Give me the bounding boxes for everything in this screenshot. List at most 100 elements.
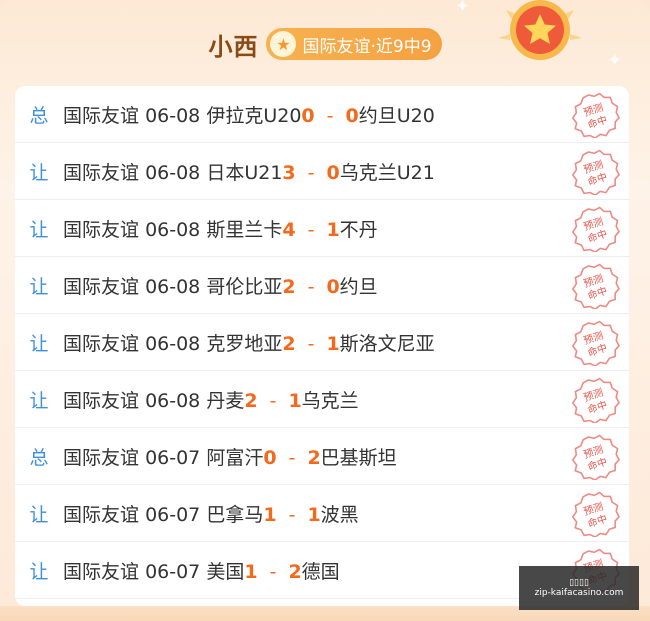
score-separator: - xyxy=(326,104,334,127)
away-score: 2 xyxy=(307,446,321,469)
match-list: 总国际友谊 06-08 伊拉克U200-0约旦U20 预测 命中让国际友谊 06-0… xyxy=(15,86,629,606)
match-info: 国际友谊 06-08 哥伦比亚2-0约旦 xyxy=(63,272,378,299)
bet-type-label: 让 xyxy=(29,161,49,184)
league-name: 国际友谊 xyxy=(63,332,140,355)
league-name: 国际友谊 xyxy=(63,104,140,127)
match-date: 06-08 xyxy=(145,332,201,355)
match-row[interactable]: 总国际友谊 06-08 伊拉克U200-0约旦U20 预测 命中 xyxy=(15,86,629,143)
league-name: 国际友谊 xyxy=(63,560,140,583)
match-row[interactable]: 让国际友谊 06-07 巴拿马1-1波黑 预测 命中 xyxy=(15,485,629,542)
watermark: ▯▯▯▯ zip-kaifacasino.com xyxy=(519,566,639,610)
match-date: 06-07 xyxy=(145,446,201,469)
league-name: 国际友谊 xyxy=(63,389,140,412)
match-info: 国际友谊 06-07 美国1-2德国 xyxy=(63,557,340,584)
author-name[interactable]: 小西 xyxy=(208,27,258,62)
league-name: 国际友谊 xyxy=(63,161,140,184)
match-date: 06-08 xyxy=(145,161,201,184)
score-separator: - xyxy=(307,218,315,241)
away-team: 约旦U20 xyxy=(358,104,435,127)
match-info: 国际友谊 06-08 克罗地亚2-1斯洛文尼亚 xyxy=(63,329,435,356)
score-separator: - xyxy=(307,161,315,184)
league-name: 国际友谊 xyxy=(63,275,140,298)
score-separator: - xyxy=(307,332,315,355)
home-score: 1 xyxy=(263,503,277,526)
league-name: 国际友谊 xyxy=(63,218,140,241)
league-name: 国际友谊 xyxy=(63,503,140,526)
prediction-hit-stamp: 预测命中 xyxy=(571,206,620,252)
home-team: 丹麦 xyxy=(206,389,245,412)
record-tag: ★ 国际友谊·近9中9 xyxy=(266,28,442,60)
home-team: 阿富汗 xyxy=(206,446,264,469)
star-medal-icon xyxy=(498,0,582,60)
home-score: 2 xyxy=(282,275,296,298)
match-info: 国际友谊 06-08 日本U213-0乌克兰U21 xyxy=(63,158,435,185)
match-row[interactable]: 让国际友谊 06-08 日本U213-0乌克兰U21 预测 命中 xyxy=(15,143,629,200)
match-info: 国际友谊 06-07 阿富汗0-2巴基斯坦 xyxy=(63,443,397,470)
away-team: 德国 xyxy=(301,560,340,583)
match-date: 06-07 xyxy=(145,503,201,526)
score-separator: - xyxy=(288,446,296,469)
away-score: 0 xyxy=(345,104,359,127)
away-score: 1 xyxy=(307,503,321,526)
bet-type-label: 让 xyxy=(29,389,49,412)
away-team: 波黑 xyxy=(320,503,359,526)
match-date: 06-08 xyxy=(145,218,201,241)
home-score: 2 xyxy=(282,332,296,355)
watermark-title: ▯▯▯▯ xyxy=(569,578,589,588)
watermark-url: zip-kaifacasino.com xyxy=(534,588,624,598)
bet-type-label: 让 xyxy=(29,218,49,241)
away-team: 巴基斯坦 xyxy=(320,446,397,469)
match-info: 国际友谊 06-07 巴拿马1-1波黑 xyxy=(63,500,359,527)
score-separator: - xyxy=(269,560,277,583)
prediction-hit-stamp: 预测命中 xyxy=(571,377,620,423)
prediction-hit-stamp: 预测命中 xyxy=(571,491,620,537)
away-team: 斯洛文尼亚 xyxy=(339,332,435,355)
match-info: 国际友谊 06-08 伊拉克U200-0约旦U20 xyxy=(63,101,435,128)
home-team: 克罗地亚 xyxy=(206,332,283,355)
home-score: 4 xyxy=(282,218,296,241)
match-date: 06-08 xyxy=(145,104,201,127)
record-tag-label: 国际友谊·近9中9 xyxy=(302,36,432,57)
bet-type-label: 让 xyxy=(29,560,49,583)
prediction-hit-stamp: 预测命中 xyxy=(571,149,620,195)
match-row[interactable]: 总国际友谊 06-07 阿富汗0-2巴基斯坦 预测 命中 xyxy=(15,428,629,485)
prediction-hit-stamp: 预测命中 xyxy=(571,92,620,138)
away-score: 1 xyxy=(326,218,340,241)
score-separator: - xyxy=(288,503,296,526)
match-date: 06-08 xyxy=(145,275,201,298)
home-score: 3 xyxy=(282,161,296,184)
match-info: 国际友谊 06-08 斯里兰卡4-1不丹 xyxy=(63,215,378,242)
league-name: 国际友谊 xyxy=(63,446,140,469)
home-score: 1 xyxy=(244,560,258,583)
home-score: 2 xyxy=(244,389,258,412)
home-team: 巴拿马 xyxy=(206,503,264,526)
match-row[interactable]: 让国际友谊 06-08 丹麦2-1乌克兰 预测 命中 xyxy=(15,371,629,428)
prediction-hit-stamp: 预测命中 xyxy=(571,263,620,309)
home-score: 0 xyxy=(301,104,315,127)
away-score: 0 xyxy=(326,161,340,184)
away-team: 乌克兰U21 xyxy=(339,161,435,184)
bet-type-label: 总 xyxy=(29,446,49,469)
match-date: 06-08 xyxy=(145,389,201,412)
score-separator: - xyxy=(269,389,277,412)
away-score: 0 xyxy=(326,275,340,298)
home-team: 伊拉克U20 xyxy=(206,104,302,127)
bet-type-label: 让 xyxy=(29,275,49,298)
home-team: 哥伦比亚 xyxy=(206,275,283,298)
bet-type-label: 让 xyxy=(29,332,49,355)
away-score: 1 xyxy=(326,332,340,355)
match-info: 国际友谊 06-08 丹麦2-1乌克兰 xyxy=(63,386,359,413)
match-row[interactable]: 让国际友谊 06-08 克罗地亚2-1斯洛文尼亚 预测 命中 xyxy=(15,314,629,371)
match-row[interactable]: 让国际友谊 06-08 哥伦比亚2-0约旦 预测 命中 xyxy=(15,257,629,314)
bet-type-label: 让 xyxy=(29,503,49,526)
away-score: 1 xyxy=(288,389,302,412)
home-team: 斯里兰卡 xyxy=(206,218,283,241)
score-separator: - xyxy=(307,275,315,298)
home-team: 日本U21 xyxy=(206,161,283,184)
match-row[interactable]: 让国际友谊 06-08 斯里兰卡4-1不丹 预测 命中 xyxy=(15,200,629,257)
prediction-hit-stamp: 预测命中 xyxy=(571,320,620,366)
away-team: 乌克兰 xyxy=(301,389,359,412)
bet-type-label: 总 xyxy=(29,104,49,127)
prediction-card: ✦ ✦ 小西 ★ 国际友谊·近9中9 总国际友谊 06-08 伊拉克U200-0… xyxy=(0,0,650,621)
home-score: 0 xyxy=(263,446,277,469)
